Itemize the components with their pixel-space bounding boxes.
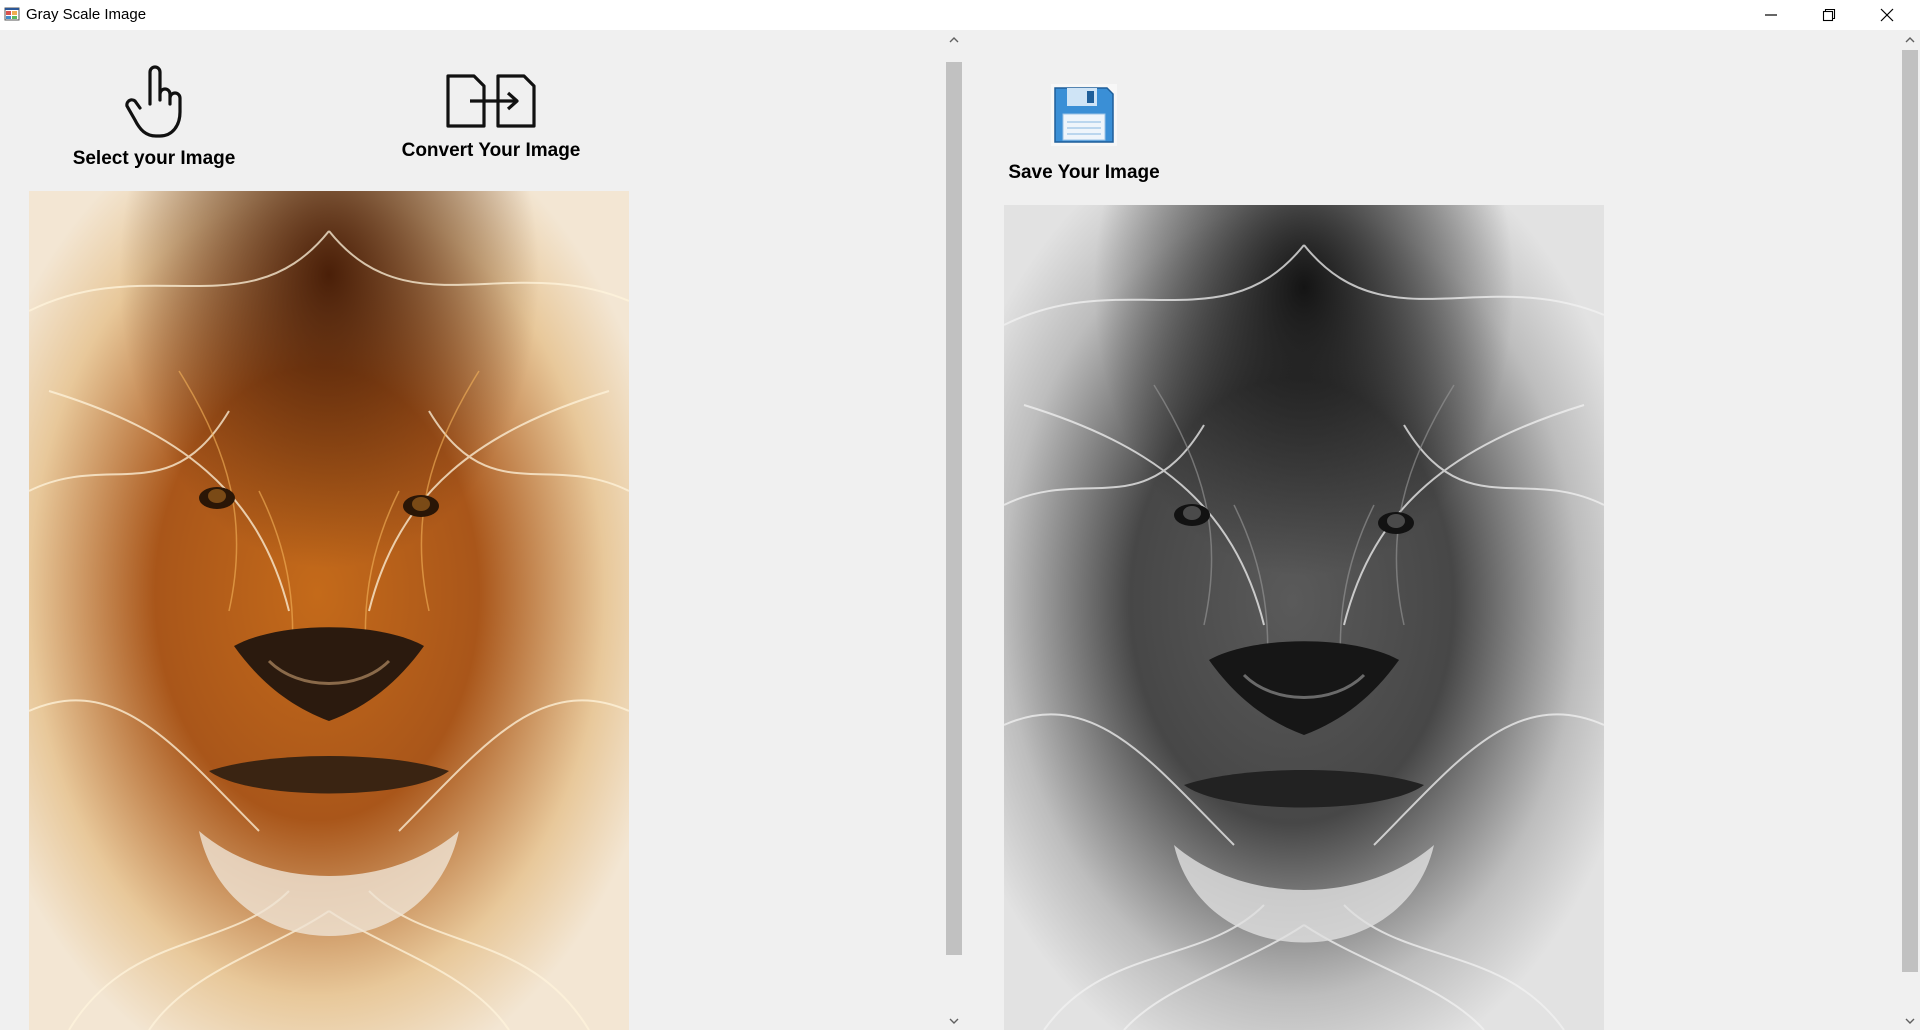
chevron-down-icon — [949, 1018, 959, 1024]
scroll-down-button[interactable] — [944, 1012, 964, 1030]
convert-image-label: Convert Your Image — [401, 140, 581, 161]
save-image-label: Save Your Image — [1008, 162, 1160, 183]
source-panel: Select your Image Convert Your Image — [0, 30, 944, 1030]
original-image — [29, 191, 629, 1030]
minimize-icon — [1765, 14, 1777, 16]
window-title: Gray Scale Image — [26, 6, 147, 23]
app-window-icon — [4, 7, 20, 21]
result-panel-scrollbar[interactable] — [1900, 30, 1920, 1030]
floppy-disk-icon — [1051, 84, 1117, 146]
scroll-up-button[interactable] — [944, 30, 964, 48]
restore-icon — [1822, 8, 1836, 22]
convert-image-button[interactable]: Convert Your Image — [394, 72, 588, 162]
scrollbar-thumb[interactable] — [1902, 50, 1918, 972]
select-image-button[interactable]: Select your Image — [66, 64, 242, 170]
select-image-label: Select your Image — [72, 148, 236, 169]
convert-files-icon — [446, 74, 536, 128]
scroll-down-button[interactable] — [1900, 1012, 1920, 1030]
converted-image — [1004, 205, 1604, 1030]
pointing-hand-icon — [125, 65, 182, 138]
lion-color-image — [29, 191, 629, 1030]
save-image-button[interactable]: Save Your Image — [1004, 82, 1164, 184]
chevron-up-icon — [949, 36, 959, 42]
scrollbar-thumb[interactable] — [946, 62, 962, 955]
title-bar: Gray Scale Image — [0, 0, 1920, 31]
source-panel-scrollbar[interactable] — [944, 30, 964, 1030]
scroll-up-button[interactable] — [1900, 30, 1920, 48]
result-panel: Save Your Image — [964, 30, 1900, 1030]
lion-grayscale-image — [1004, 205, 1604, 1030]
close-icon — [1880, 8, 1894, 22]
restore-button[interactable] — [1800, 0, 1858, 30]
minimize-button[interactable] — [1742, 0, 1800, 30]
chevron-up-icon — [1905, 36, 1915, 42]
close-button[interactable] — [1858, 0, 1916, 30]
chevron-down-icon — [1905, 1018, 1915, 1024]
